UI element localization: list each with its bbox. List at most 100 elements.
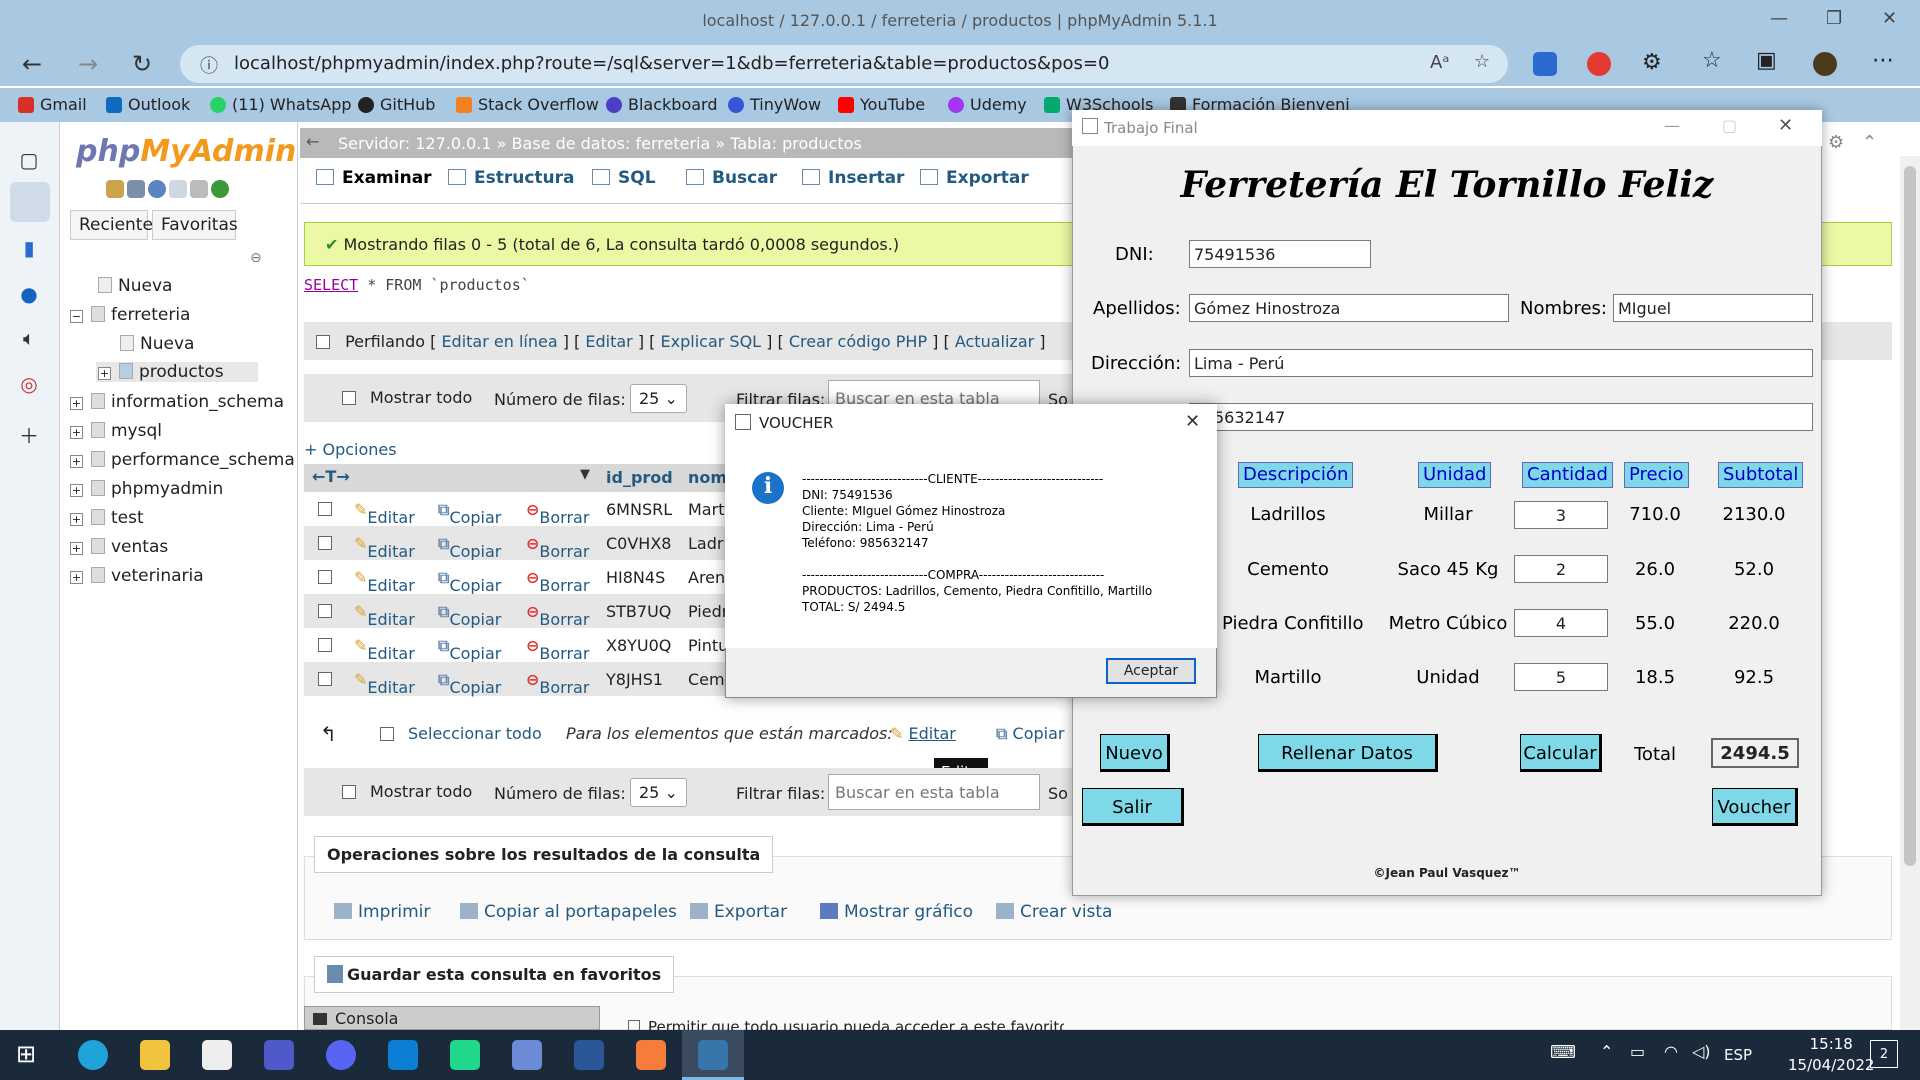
create-view-button[interactable]: Crear vista — [996, 902, 1112, 922]
teams-icon[interactable] — [264, 1040, 294, 1070]
tab-estructura[interactable]: Estructura — [448, 168, 575, 188]
help-icon[interactable] — [148, 180, 166, 198]
close-icon[interactable]: ✕ — [1185, 411, 1200, 432]
settings-icon[interactable] — [190, 180, 208, 198]
delete-row-button[interactable]: ⊖ Borrar — [526, 500, 589, 527]
notification-button[interactable]: 2 — [1870, 1040, 1898, 1068]
edit-row-button[interactable]: ✎ Editar — [354, 670, 415, 697]
favorites-icon[interactable]: ☆ — [1702, 48, 1722, 73]
row-checkbox[interactable] — [318, 536, 332, 550]
delete-row-button[interactable]: ⊖ Borrar — [526, 636, 589, 663]
gear-icon[interactable]: ⚙ — [1828, 132, 1844, 153]
adblock-icon[interactable] — [1587, 52, 1611, 76]
minimize-icon[interactable]: — — [1664, 116, 1680, 135]
copy-row-button[interactable]: ⧉ Copiar — [438, 602, 501, 629]
bookmark-outlook[interactable]: Outlook — [106, 95, 190, 114]
print-button[interactable]: Imprimir — [334, 902, 430, 922]
refresh-icon[interactable]: ↻ — [132, 50, 152, 78]
bookmark-tinywow[interactable]: TinyWow — [728, 95, 821, 114]
copy-row-button[interactable]: ⧉ Copiar — [438, 500, 501, 527]
qty-field[interactable]: 5 — [1514, 663, 1608, 691]
explain-sql-link[interactable]: Explicar SQL — [661, 332, 762, 351]
expand-icon[interactable]: + — [70, 397, 83, 410]
bookmark-github[interactable]: GitHub — [358, 95, 435, 114]
tree-veterinaria[interactable]: + veterinaria — [70, 566, 204, 586]
row-checkbox[interactable] — [318, 638, 332, 652]
maximize-icon[interactable]: ❐ — [1826, 8, 1842, 29]
exit-icon[interactable] — [127, 180, 145, 198]
avatar[interactable] — [1813, 52, 1837, 76]
col-nombre[interactable]: nom — [688, 468, 727, 487]
filter-input[interactable]: Buscar en esta tabla — [828, 774, 1040, 810]
delete-row-button[interactable]: ⊖ Borrar — [526, 534, 589, 561]
console-toggle[interactable]: Consola — [304, 1006, 600, 1030]
select-all-checkbox[interactable] — [380, 727, 394, 741]
edit-row-button[interactable]: ✎ Editar — [354, 636, 415, 663]
home-icon[interactable] — [106, 180, 124, 198]
bookmark-udemy[interactable]: Udemy — [948, 95, 1027, 114]
expand-icon[interactable]: + — [98, 367, 111, 380]
collapse-nav-icon[interactable]: ← — [306, 132, 319, 151]
tab-buscar[interactable]: Buscar — [686, 168, 777, 188]
dni-field[interactable]: 75491536 — [1189, 240, 1371, 268]
expand-icon[interactable]: + — [70, 426, 83, 439]
python-taskbar-item[interactable] — [682, 1030, 744, 1080]
docs-icon[interactable] — [169, 180, 187, 198]
more-icon[interactable]: ⋯ — [1872, 48, 1894, 73]
extension-icon[interactable] — [1533, 52, 1557, 76]
bookmark-gmail[interactable]: Gmail — [18, 95, 87, 114]
create-php-link[interactable]: Crear código PHP — [789, 332, 927, 351]
forward-icon[interactable]: → — [78, 50, 98, 78]
clock[interactable]: 15:18 15/04/2022 — [1788, 1034, 1874, 1076]
tree-productos[interactable]: + productos — [96, 362, 258, 382]
tree-ferreteria-new[interactable]: Nueva — [98, 334, 194, 354]
edit-row-button[interactable]: ✎ Editar — [354, 534, 415, 561]
tab-exportar[interactable]: Exportar — [920, 168, 1029, 188]
tab-recent[interactable]: Reciente — [70, 210, 153, 240]
bookmark-whatsapp[interactable]: (11) WhatsApp — [210, 95, 352, 114]
language-indicator[interactable]: ESP — [1724, 1046, 1752, 1064]
virtualbox-icon[interactable] — [512, 1040, 542, 1070]
breadcrumb-db[interactable]: Base de datos: ferreteria — [512, 134, 711, 153]
breadcrumb-server[interactable]: Servidor: 127.0.0.1 — [338, 134, 492, 153]
link-icon[interactable]: ⊖ — [250, 250, 262, 266]
calcular-button[interactable]: Calcular — [1520, 734, 1602, 772]
edit-row-button[interactable]: ✎ Editar — [354, 500, 415, 527]
url-input[interactable]: ⓘ localhost/phpmyadmin/index.php?route=/… — [180, 45, 1508, 83]
edit-row-button[interactable]: ✎ Editar — [354, 568, 415, 595]
edit-row-button[interactable]: ✎ Editar — [354, 602, 415, 629]
file-explorer-icon[interactable] — [140, 1040, 170, 1070]
volume-icon[interactable]: ◁) — [1692, 1042, 1711, 1061]
tree-information-schema[interactable]: + information_schema — [70, 392, 284, 412]
delete-row-button[interactable]: ⊖ Borrar — [526, 670, 589, 697]
rellenar-button[interactable]: Rellenar Datos — [1258, 734, 1438, 772]
refresh-link[interactable]: Actualizar — [955, 332, 1034, 351]
p-icon[interactable]: ● — [16, 282, 42, 306]
expand-icon[interactable]: + — [70, 484, 83, 497]
maximize-pma-icon[interactable]: ⌃ — [1862, 132, 1877, 153]
tree-phpmyadmin[interactable]: + phpmyadmin — [70, 479, 223, 499]
expand-icon[interactable]: + — [70, 571, 83, 584]
expand-icon[interactable]: + — [70, 542, 83, 555]
collections-icon[interactable]: ▣ — [1756, 48, 1777, 73]
permit-checkbox-row[interactable]: Permitir que todo usuario pueda acceder … — [624, 1018, 1064, 1030]
permit-checkbox[interactable] — [628, 1020, 640, 1030]
minimize-icon[interactable]: — — [1770, 8, 1788, 29]
qty-field[interactable]: 3 — [1514, 501, 1608, 529]
back-icon[interactable]: ← — [22, 50, 42, 78]
rows-select[interactable]: 25 ⌄ — [630, 778, 687, 807]
qty-field[interactable]: 2 — [1514, 555, 1608, 583]
add-icon[interactable]: ＋ — [16, 420, 42, 448]
bookmark-youtube[interactable]: YouTube — [838, 95, 925, 114]
options-link[interactable]: + Opciones — [304, 440, 397, 459]
windows-start-icon[interactable]: ⊞ — [16, 1040, 36, 1068]
select-all-label[interactable]: Seleccionar todo — [408, 724, 542, 743]
pycharm-icon[interactable] — [450, 1040, 480, 1070]
row-checkbox[interactable] — [318, 502, 332, 516]
pma-tab-icon[interactable] — [10, 182, 50, 222]
bookmark-blackboard[interactable]: Blackboard — [606, 95, 718, 114]
swirl-icon[interactable]: ◎ — [16, 372, 42, 396]
column-arrows-icon[interactable]: ←T→ — [312, 467, 350, 486]
bookmark-icon[interactable]: ▮ — [16, 236, 42, 260]
show-all-checkbox[interactable] — [342, 785, 356, 799]
